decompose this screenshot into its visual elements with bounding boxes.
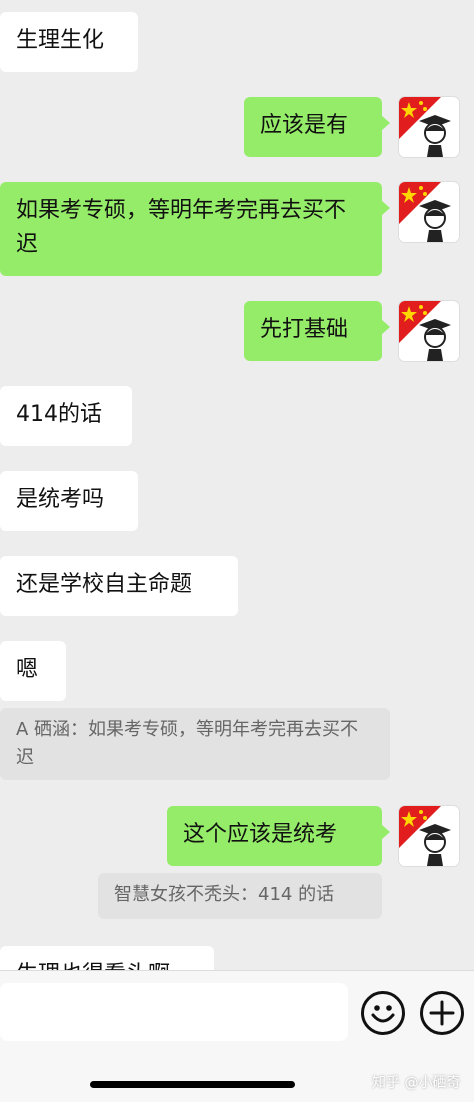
plus-icon [429,1000,455,1026]
avatar[interactable] [399,97,459,157]
message-received[interactable]: 嗯 [0,641,66,701]
message-received[interactable]: 414的话 [0,386,132,446]
emoji-button[interactable] [361,991,405,1035]
message-sent[interactable]: 先打基础 [244,301,390,361]
message-text: 生理也得看头啊 [16,962,170,970]
avatar[interactable] [399,301,459,361]
message-text: 嗯 [16,657,39,682]
avatar-graduate-icon [399,182,459,242]
message-input[interactable] [0,983,348,1041]
message-sent[interactable]: 应该是有 [244,97,390,157]
quote-text: 智慧女孩不秃头：414 的话 [114,884,335,905]
message-text: 414的话 [16,402,102,427]
message-received[interactable]: 生理也得看头啊 [0,946,214,970]
avatar[interactable] [399,806,459,866]
message-received[interactable]: 生理生化 [0,12,138,72]
avatar-graduate-icon [399,301,459,361]
message-received[interactable]: 是统考吗 [0,471,138,531]
message-sent[interactable]: 这个应该是统考 [167,806,390,866]
chat-area: 生理生化 应该是有 如果考专硕，等明年考完再去买不迟 先打基础 414的话 是统… [0,0,474,970]
home-indicator[interactable] [90,1081,295,1088]
smiley-icon [371,1005,395,1023]
avatar-graduate-icon [399,806,459,866]
message-text: 生理生化 [16,28,105,53]
message-text: 这个应该是统考 [183,822,338,847]
message-sent[interactable]: 如果考专硕，等明年考完再去买不迟 [0,182,390,276]
avatar-graduate-icon [399,97,459,157]
message-text: 应该是有 [260,113,349,138]
watermark: 知乎 @小硒奇 [372,1075,461,1091]
message-text: 先打基础 [260,317,349,342]
message-text: 还是学校自主命题 [16,572,193,597]
avatar[interactable] [399,182,459,242]
quoted-reply[interactable]: 智慧女孩不秃头：414 的话 [98,873,382,919]
message-received[interactable]: 还是学校自主命题 [0,556,238,616]
quote-text: A 硒涵：如果考专硕，等明年考完再去买不迟 [16,719,359,768]
message-text: 是统考吗 [16,487,105,512]
message-text: 如果考专硕，等明年考完再去买不迟 [16,198,347,257]
more-button[interactable] [420,991,464,1035]
quoted-reply[interactable]: A 硒涵：如果考专硕，等明年考完再去买不迟 [0,708,390,780]
